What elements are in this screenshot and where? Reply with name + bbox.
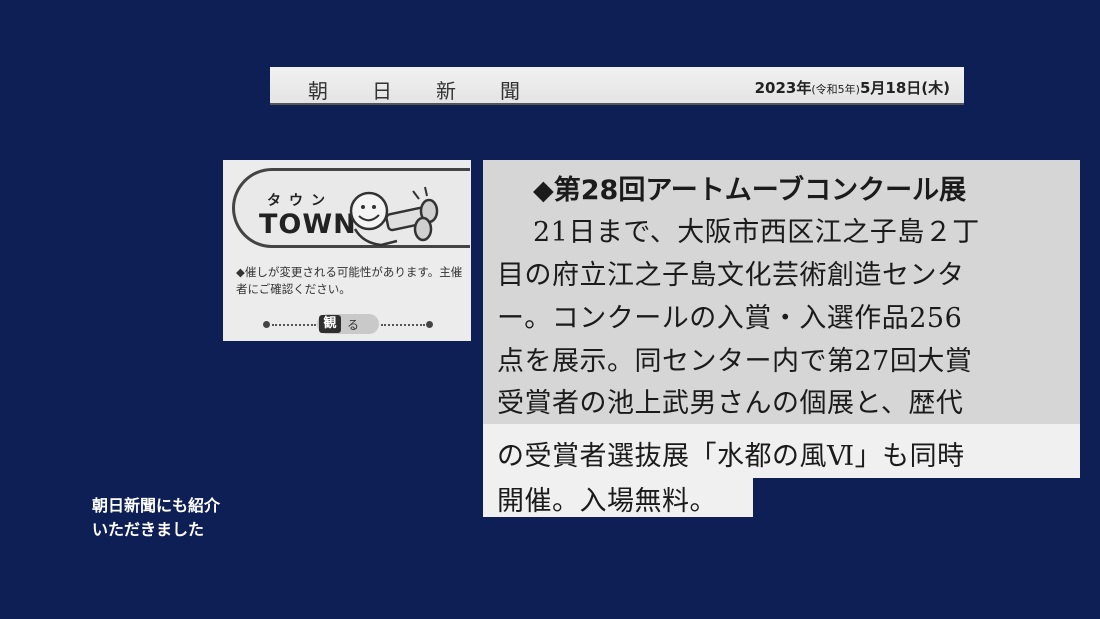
issue-date: 2023年(令和5年)5月18日(木) (755, 77, 950, 98)
issue-era: (令和5年) (811, 83, 860, 96)
article-line-7: 開催。入場無料。 (497, 486, 717, 517)
town-word-label: TOWN (259, 209, 357, 240)
divider-line-left (272, 324, 316, 326)
article-title: ◆第28回アートムーブコンクール展 (533, 175, 967, 206)
caption-line-2: いただきました (92, 520, 205, 539)
divider-line-right (381, 324, 425, 326)
article-line-1: 21日まで、大阪市西区江之子島２丁 (533, 217, 980, 248)
category-kana: る (347, 318, 360, 332)
town-kana-label: タウン (267, 193, 333, 209)
article-line-2: 目の府立江之子島文化芸術創造センタ (497, 260, 965, 291)
article-continued-band-1: の受賞者選抜展「水都の風Ⅵ」も同時 (483, 424, 1080, 478)
feature-caption: 朝日新聞にも紹介 いただきました (92, 494, 220, 542)
newspaper-name: 朝日新聞 (308, 79, 564, 103)
article-clipping-main: ◆第28回アートムーブコンクール展 21日まで、大阪市西区江之子島２丁 目の府立… (483, 160, 1080, 424)
divider-dot-right (426, 321, 433, 328)
mascot-binoculars-icon (349, 186, 439, 247)
caption-line-1: 朝日新聞にも紹介 (92, 496, 221, 515)
article-clipping-continued: の受賞者選抜展「水都の風Ⅵ」も同時 開催。入場無料。 (483, 424, 1080, 517)
issue-day: 5月18日(木) (859, 79, 950, 97)
article-line-3: ー。コンクールの入賞・入選作品256 (497, 303, 963, 334)
divider-dot-left (263, 321, 270, 328)
issue-year: 2023年 (754, 79, 812, 97)
article-line-5: 受賞者の池上武男さんの個展と、歴代 (497, 388, 964, 419)
newspaper-masthead-strip: 朝日新聞 2023年(令和5年)5月18日(木) (270, 67, 964, 105)
town-badge: タウン TOWN (232, 168, 470, 248)
article-line-6: の受賞者選抜展「水都の風Ⅵ」も同時 (497, 441, 965, 472)
category-kanji: 観 (319, 315, 341, 333)
town-notice-text: ◆催しが変更される可能性があります。主催者にご確認ください。 (236, 265, 463, 296)
article-line-4: 点を展示。同センター内で第27回大賞 (497, 346, 973, 377)
category-pill: 観 る (317, 314, 379, 334)
town-section-clipping: タウン TOWN ◆催しが変更される可能性があります。主催者にご確認ください。 … (223, 160, 471, 341)
article-continued-band-2: 開催。入場無料。 (483, 478, 753, 517)
